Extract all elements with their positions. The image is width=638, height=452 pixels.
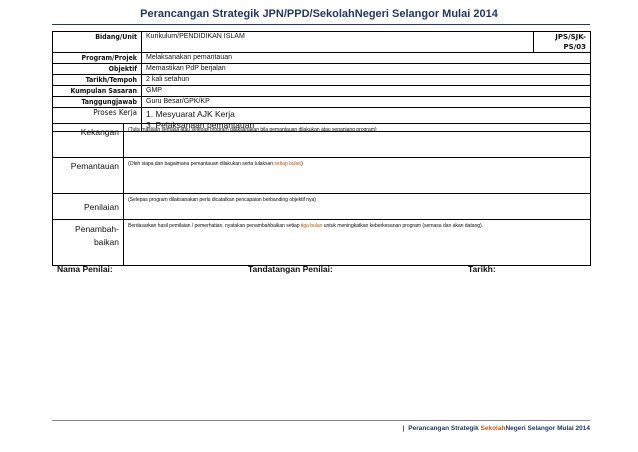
label-penambahbaikan: Penambah- baikan	[52, 219, 124, 266]
info-row-program: Program/Projek Melaksanakan pemantauan	[52, 52, 591, 64]
label-tarikh: Tarikh/Tempoh	[52, 74, 142, 86]
process-step: 1. Mesyuarat AJK Kerja	[146, 109, 235, 119]
footer-separator: |	[402, 425, 405, 432]
assessor-name-label: Nama Penilai:	[57, 264, 113, 274]
label-objektif: Objektif	[52, 63, 142, 75]
desc-pemantauan: (Oleh siapa dan bagaimana pemantauan dil…	[123, 157, 591, 194]
label-kekangan: Kekangan	[52, 123, 124, 158]
desc-text: (Tulis masalah semasa atau selepas progr…	[128, 127, 377, 133]
desc-text: untuk meningkatkan keberkesanan program …	[322, 223, 483, 229]
desc-penilaian: (Selepas program dilaksanakan perlu dica…	[123, 193, 591, 220]
value-objektif: Memastikan PdP berjalan	[141, 63, 591, 75]
desc-text: )	[301, 161, 303, 167]
info-row-tanggungjawab: Tanggungjawab Guru Besar/GPK/KP	[52, 96, 591, 108]
desc-text: (Selepas program dilaksanakan perlu dica…	[128, 197, 316, 203]
value-tanggungjawab: Guru Besar/GPK/KP	[141, 96, 591, 108]
eval-row-penilaian: Penilaian (Selepas program dilaksanakan …	[52, 193, 591, 220]
desc-text: Berdasarkan hasil pemilaian / pemerhatia…	[128, 223, 301, 229]
value-bidang: Kurikulum/PENDIDIKAN ISLAM	[141, 31, 534, 53]
page-footer: | Perancangan Strategik SekolahNegeri Sel…	[402, 425, 590, 432]
footer-highlight: Sekolah	[480, 425, 506, 432]
label-sasaran: Kumpulan Sasaran	[52, 85, 142, 97]
footer-text: Negeri Selangor Mulai 2014	[505, 425, 590, 432]
info-row-sasaran: Kumpulan Sasaran GMP	[52, 85, 591, 97]
info-row-objektif: Objektif Memastikan PdP berjalan	[52, 63, 591, 75]
label-tanggungjawab: Tanggungjawab	[52, 96, 142, 108]
eval-row-pemantauan: Pemantauan (Oleh siapa dan bagaimana pem…	[52, 157, 591, 194]
title-divider	[52, 24, 590, 25]
info-row-tarikh: Tarikh/Tempoh 2 kali setahun	[52, 74, 591, 86]
value-tarikh: 2 kali setahun	[141, 74, 591, 86]
label-penilaian: Penilaian	[52, 193, 124, 220]
eval-row-penambahbaikan: Penambah- baikan Berdasarkan hasil pemil…	[52, 219, 591, 266]
eval-row-kekangan: Kekangan (Tulis masalah semasa atau sele…	[52, 123, 591, 158]
desc-kekangan: (Tulis masalah semasa atau selepas progr…	[123, 123, 591, 158]
value-program: Melaksanakan pemantauan	[141, 52, 591, 64]
label-bidang: Bidang/Unit	[52, 31, 142, 53]
assessor-signature-label: Tandatangan Penilai:	[248, 264, 333, 274]
desc-highlight: setiap bulan	[274, 161, 302, 167]
desc-text: (Oleh siapa dan bagaimana pemantauan dil…	[128, 161, 275, 167]
footer-divider	[52, 420, 590, 421]
document-title: Perancangan Strategik JPN/PPD/SekolahNeg…	[140, 8, 498, 20]
desc-highlight: tiga bulan	[300, 223, 323, 229]
document-code: JPS/SJK-PS/03	[533, 31, 591, 53]
evaluation-table: Kekangan (Tulis masalah semasa atau sele…	[52, 123, 591, 266]
desc-penambahbaikan: Berdasarkan hasil pemilaian / pemerhatia…	[123, 219, 591, 266]
label-program: Program/Projek	[52, 52, 142, 64]
footer-text: Perancangan Strategik	[408, 425, 481, 432]
value-sasaran: GMP	[141, 85, 591, 97]
date-label: Tarikh:	[468, 264, 496, 274]
program-info-table: Bidang/Unit Kurikulum/PENDIDIKAN ISLAM J…	[52, 31, 591, 132]
info-row-bidang: Bidang/Unit Kurikulum/PENDIDIKAN ISLAM J…	[52, 31, 591, 53]
label-pemantauan: Pemantauan	[52, 157, 124, 194]
